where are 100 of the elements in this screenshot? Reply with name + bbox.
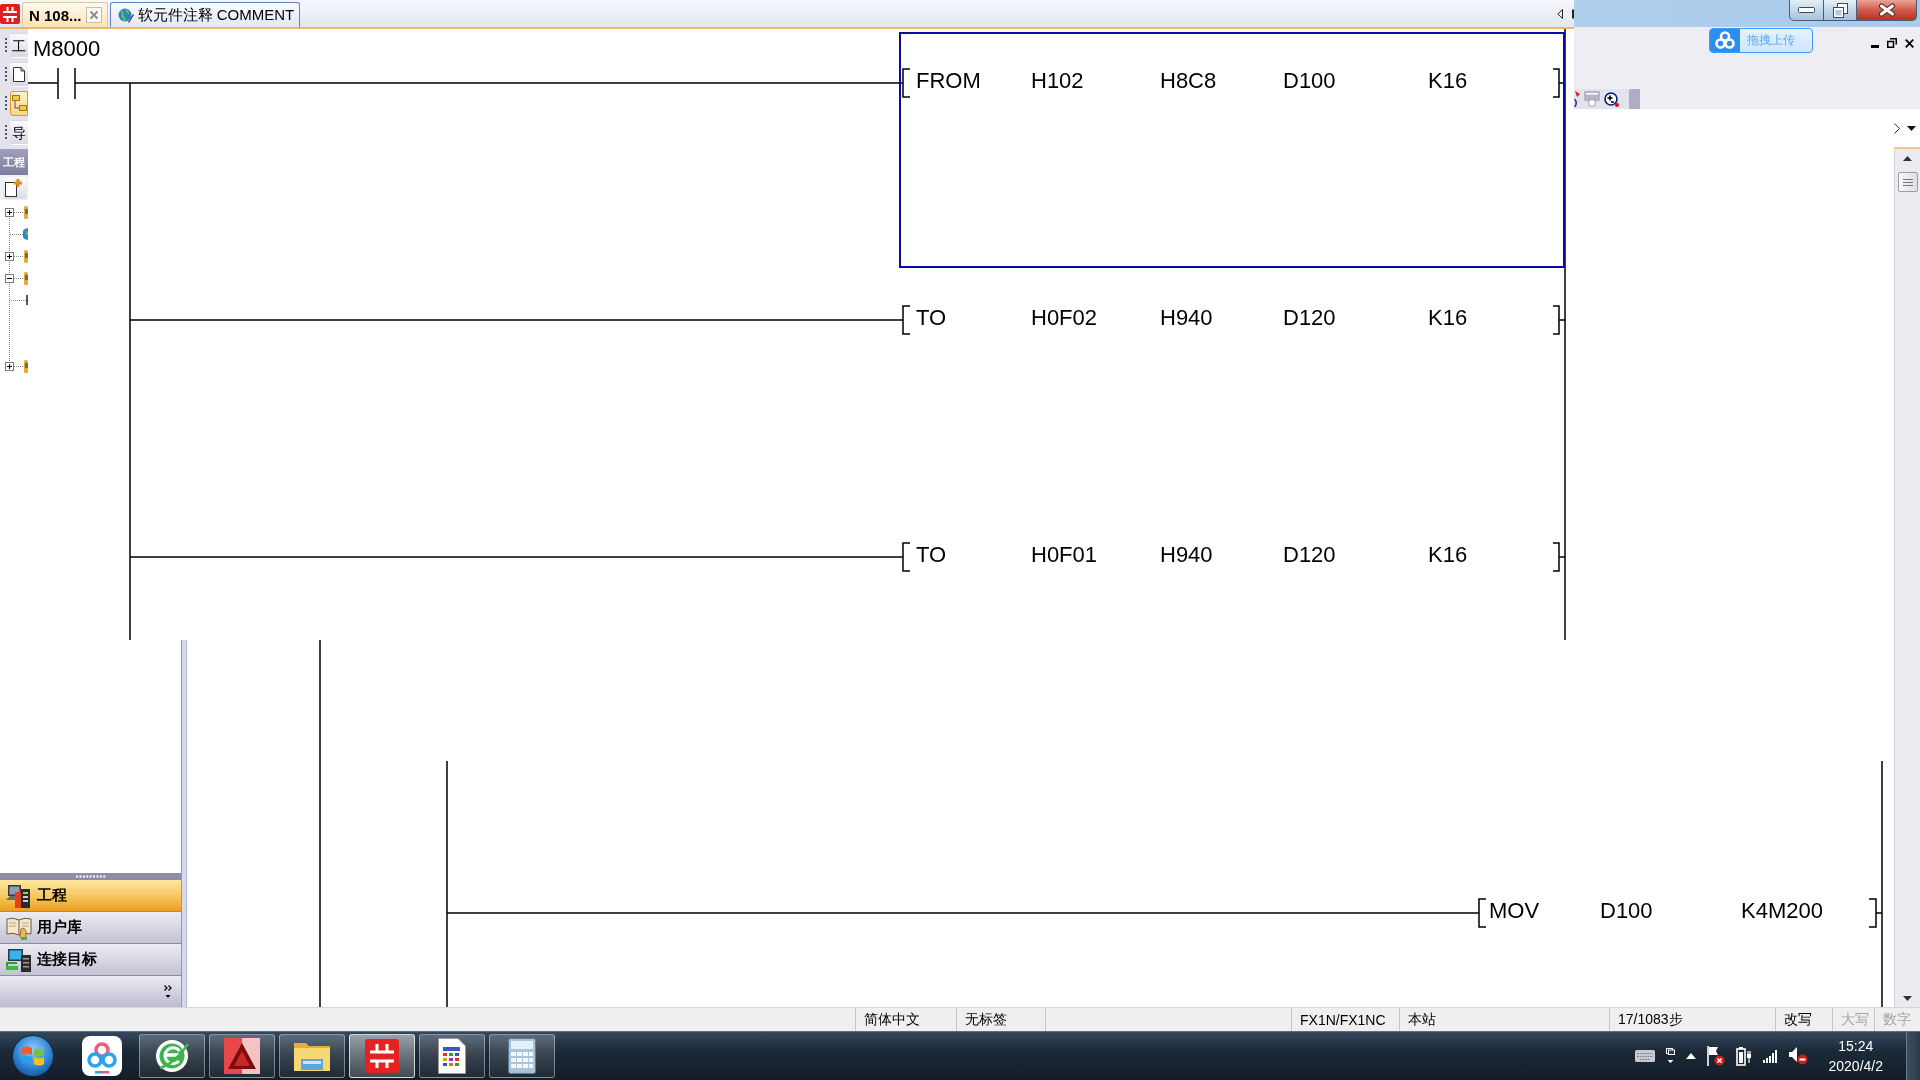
signal-icon[interactable] <box>1762 1049 1778 1063</box>
browser-icon <box>154 1038 190 1074</box>
clock-time[interactable]: 15:24 <box>1838 1036 1874 1056</box>
status-text: 数字 <box>1883 1010 1911 1029</box>
speaker-muted-icon[interactable] <box>1788 1047 1808 1065</box>
restore-button[interactable] <box>1824 0 1857 21</box>
tree-node-icon[interactable] <box>23 270 28 286</box>
panel-title: 工程 <box>3 154 25 170</box>
close-icon <box>1877 3 1896 17</box>
restore-icon[interactable] <box>1887 38 1897 48</box>
status-text: 简体中文 <box>864 1010 920 1029</box>
grip-icon <box>1902 178 1913 186</box>
instruction-name: FROM <box>916 68 981 93</box>
plus-box-icon[interactable] <box>5 207 14 217</box>
tree-node-icon[interactable] <box>23 204 28 220</box>
operand-text: D100 <box>1600 898 1653 923</box>
editor-tab[interactable]: N 108... <box>22 2 108 27</box>
cloud-icon <box>82 1036 122 1076</box>
new-item-button[interactable] <box>3 176 27 199</box>
clock-date[interactable]: 2020/4/2 <box>1828 1056 1883 1076</box>
device-label: M8000 <box>33 36 101 61</box>
taskbar-button[interactable] <box>419 1034 485 1078</box>
minimize-button[interactable] <box>1789 0 1824 21</box>
instruction-name: TO <box>916 305 947 330</box>
flag-icon[interactable] <box>1706 1046 1725 1066</box>
windows-flag-icon <box>21 1045 45 1067</box>
window-menu-icon[interactable] <box>1665 1048 1675 1064</box>
keyboard-icon[interactable] <box>1634 1050 1655 1062</box>
chevron-more-icon[interactable] <box>164 984 172 999</box>
restore-icon <box>1832 2 1848 18</box>
calculator-icon <box>508 1038 536 1074</box>
operand-text: D120 <box>1283 305 1336 330</box>
up-arrow-icon[interactable] <box>1903 156 1912 161</box>
nav-button[interactable]: 连接目标 <box>0 944 181 976</box>
show-desktop-button[interactable] <box>1906 1032 1920 1080</box>
rung-wire <box>1558 556 1566 558</box>
operand-text: K4M200 <box>1741 898 1823 923</box>
status-text: 本站 <box>1408 1010 1436 1029</box>
editor-tab[interactable]: 软元件注释 COMMENT <box>109 2 301 27</box>
rung-wire <box>1558 319 1566 321</box>
instruction-bracket <box>1552 305 1560 335</box>
page-icon <box>13 67 25 82</box>
minus-box-icon[interactable] <box>5 273 14 283</box>
plus-box-icon[interactable] <box>5 361 14 371</box>
logo-icon[interactable] <box>0 3 20 24</box>
contact-symbol <box>57 67 76 100</box>
zoom-icon[interactable] <box>1604 91 1619 107</box>
computer-icon <box>6 947 32 972</box>
taskbar-button[interactable] <box>279 1034 345 1078</box>
up-arrow-icon[interactable] <box>1685 1053 1696 1059</box>
instruction-bracket <box>902 68 911 98</box>
tree-node-icon[interactable] <box>23 226 28 242</box>
toolbar-button[interactable]: 导 <box>10 120 28 145</box>
tree-node-icon[interactable] <box>23 358 28 374</box>
operand-text: D100 <box>1283 68 1336 93</box>
toolbar-button[interactable]: 工 <box>10 33 28 58</box>
dropdown-arrow-icon[interactable] <box>1907 125 1916 131</box>
toolbar-button[interactable] <box>10 62 28 87</box>
globe-pencil-icon <box>117 7 134 23</box>
instruction-bracket <box>1868 898 1877 928</box>
operand-text: H940 <box>1160 542 1213 567</box>
status-text: 无标签 <box>965 1010 1007 1029</box>
instruction-bracket <box>1478 898 1487 928</box>
rung-wire <box>1875 912 1883 914</box>
instruction-bracket <box>902 542 911 572</box>
computer-plc-icon <box>6 883 32 908</box>
instruction-name: TO <box>916 542 947 567</box>
folder-icon <box>293 1040 331 1072</box>
plus-box-icon[interactable] <box>5 251 14 261</box>
taskbar-button[interactable] <box>139 1034 205 1078</box>
rung-wire <box>1558 82 1566 84</box>
close-icon[interactable] <box>1905 39 1914 48</box>
pencil-icon[interactable] <box>1574 91 1580 107</box>
taskbar-button[interactable] <box>349 1034 415 1078</box>
instruction-bracket <box>902 305 911 335</box>
down-arrow-icon[interactable] <box>1903 996 1912 1001</box>
taskbar-button[interactable] <box>489 1034 555 1078</box>
battery-icon[interactable] <box>1735 1046 1752 1066</box>
status-text: 改写 <box>1784 1010 1812 1029</box>
rung-wire <box>28 82 59 84</box>
folder-tree-icon <box>11 95 27 112</box>
nav-button[interactable]: 工程 <box>0 880 181 912</box>
operand-text: K16 <box>1428 305 1468 330</box>
toolbar-handle[interactable] <box>1629 89 1640 109</box>
new-page-icon <box>5 178 22 197</box>
book-icon <box>6 915 32 940</box>
logo-icon <box>365 1039 399 1073</box>
operand-text: H102 <box>1031 68 1084 93</box>
nav-button[interactable]: 用户库 <box>0 912 181 944</box>
scroll-thumb[interactable] <box>1897 172 1918 192</box>
scroll-arrows-icon[interactable] <box>1557 8 1574 19</box>
status-text: 17/1083步 <box>1618 1010 1683 1029</box>
document-icon <box>438 1038 466 1074</box>
chevron-right-icon[interactable] <box>1894 122 1900 134</box>
status-text: 大写 <box>1841 1010 1869 1029</box>
start-button[interactable] <box>12 1035 54 1077</box>
taskbar-button[interactable] <box>209 1034 275 1078</box>
operand-text: H0F02 <box>1031 305 1098 330</box>
tree-node-icon[interactable] <box>23 248 28 264</box>
close-button[interactable] <box>1857 0 1917 21</box>
